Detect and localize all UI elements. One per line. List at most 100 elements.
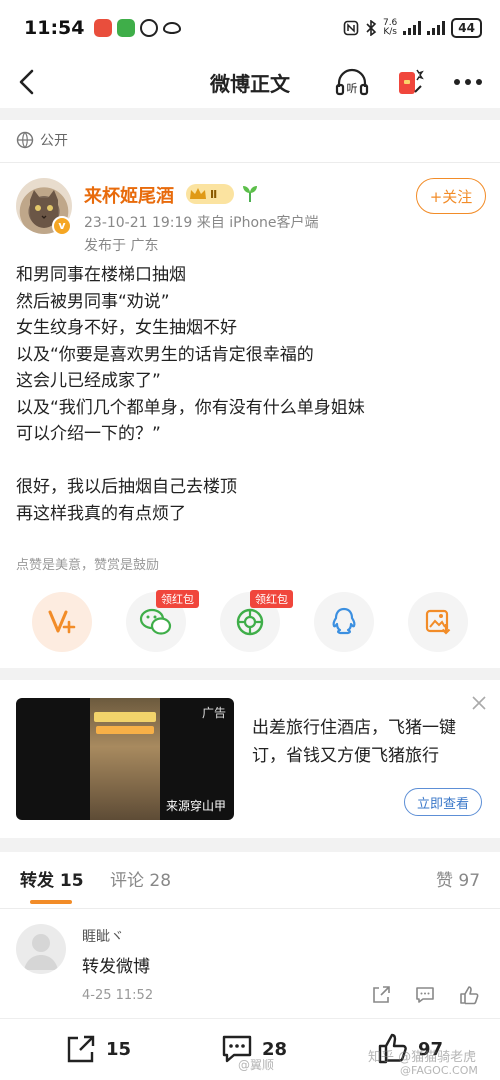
post-body-blank-line [16,448,486,475]
share-icon [67,1035,95,1063]
follow-label: +关注 [429,187,473,206]
ad-photo-banner [94,712,156,722]
back-arrow-icon[interactable] [12,66,44,98]
more-dots-icon [454,79,482,85]
ad-source: 来源穿山甲 [165,799,226,813]
tab-like-label: 赞 [436,871,453,891]
share-vplus-button[interactable] [32,592,92,652]
visibility-label: 公开 [40,133,68,149]
battery-indicator: 44 [451,18,482,38]
signal-icon [427,21,446,35]
post-body-line: 以及“我们几个都单身，你有没有什么单身姐妹 [16,397,365,418]
verified-badge: v [52,216,72,236]
tab-like[interactable]: 赞 97 [436,866,480,891]
section-gap [0,668,500,680]
comment-icon[interactable] [414,984,436,1006]
active-tab-indicator [30,900,72,904]
divider [0,908,500,909]
sprout-icon [243,186,257,202]
post-location: 发布于 广东 [84,238,159,254]
v-plus-icon [48,610,76,634]
moments-icon [236,608,264,636]
post-body-line: 很好，我以后抽烟自己去楼顶 [16,477,237,497]
red-packet-tag: 领红包 [156,590,199,608]
post-body-line: 这会儿已经成家了” [16,371,161,391]
tab-like-count: 97 [458,871,481,891]
repost-actions [370,984,480,1006]
interaction-tabs: 转发 15 评论 28 赞 97 [0,866,500,906]
post-meta: 23-10-21 19:19 来自 iPhone客户端 [84,215,319,231]
post-body-line: 再这样我真的有点烦了 [16,503,186,524]
site-watermark: @FAGOC.COM [400,1064,478,1077]
close-icon[interactable] [468,692,490,714]
post-body-line: 和男同事在楼梯口抽烟 [16,265,186,285]
more-button[interactable] [450,64,486,100]
zhihu-watermark: 知乎 @猫猫骑老虎 [368,1050,477,1065]
share-row: 领红包 领红包 [0,590,500,654]
signal-icon [403,21,422,35]
app-notification-icon [117,19,136,37]
bottom-repost-count: 15 [106,1038,132,1060]
tab-repost-count: 15 [59,871,84,891]
eye-icon [163,22,182,34]
network-speed-unit: K/s [383,27,397,37]
ad-view-button[interactable]: 立即查看 [404,788,482,816]
qq-icon [332,607,356,635]
repost-text: 转发微博 [82,957,150,977]
share-qq-button[interactable] [314,592,374,652]
svg-text:听: 听 [347,82,358,95]
tab-comment-count: 28 [149,871,172,891]
member-level-badge[interactable]: Ⅱ [186,184,234,204]
bottom-repost-button[interactable]: 15 [64,1029,131,1069]
tab-repost-label: 转发 [20,871,54,891]
tab-comment-label: 评论 [110,871,144,891]
visibility-row: 公开 [16,122,68,158]
share-moments-button[interactable]: 领红包 [220,590,293,652]
app-notification-icon [94,19,113,37]
crown-icon [190,188,206,199]
repost-user-avatar[interactable] [16,924,66,974]
post-body-line: 可以介绍一下的？” [16,424,161,444]
listen-button[interactable]: 听 [334,64,370,100]
post-body-line: 然后被男同事“劝说” [16,291,170,312]
bluetooth-icon [366,20,377,36]
reward-note: 点赞是美意，赞赏是鼓励 [16,558,160,573]
follow-button[interactable]: +关注 [416,178,486,214]
red-packet-icon [399,69,424,94]
member-level: Ⅱ [210,187,218,201]
wechat-icon [139,608,172,635]
share-wechat-button[interactable]: 领红包 [126,590,199,652]
post-body: 和男同事在楼梯口抽烟 然后被男同事“劝说” 女生纹身不好，女生抽烟不好 以及“你… [16,262,486,527]
nfc-icon [343,20,359,36]
app-notification-icon [140,19,159,37]
section-gap [0,108,500,120]
tab-repost[interactable]: 转发 15 [20,866,84,891]
default-avatar-icon [24,934,58,970]
author-name[interactable]: 来杯姬尾酒 [84,182,174,208]
headphones-icon: 听 [335,68,369,96]
divider [0,162,500,163]
status-notification-icons [94,19,182,37]
red-packet-button[interactable] [392,64,428,100]
globe-icon [16,131,34,149]
status-bar: 11:54 7.6 K/s 44 [0,0,500,56]
weibo-watermark: @翼顺 [238,1058,275,1072]
ad-image[interactable]: 广告 来源穿山甲 [16,698,234,820]
status-time: 11:54 [24,17,85,39]
ad-photo-banner [96,726,154,734]
post-body-line: 以及“你要是喜欢男生的话肯定很幸福的 [16,344,314,365]
save-image-icon [425,609,451,635]
like-icon[interactable] [458,984,480,1006]
post-body-line: 女生纹身不好，女生抽烟不好 [16,318,237,338]
status-indicators: 7.6 K/s 44 [343,18,482,38]
repost-user-name[interactable]: 睚眦ヾ [82,926,124,946]
nav-bar: 微博正文 听 [0,56,500,108]
network-speed: 7.6 K/s [383,19,397,37]
save-image-button[interactable] [408,592,468,652]
red-packet-tag: 领红包 [250,590,293,608]
tab-comment[interactable]: 评论 28 [110,866,171,891]
nav-actions: 听 [334,64,486,100]
section-gap [0,838,500,852]
share-icon[interactable] [370,984,392,1006]
ad-text[interactable]: 出差旅行住酒店，飞猪一键订，省钱又方便飞猪旅行 [252,714,488,770]
